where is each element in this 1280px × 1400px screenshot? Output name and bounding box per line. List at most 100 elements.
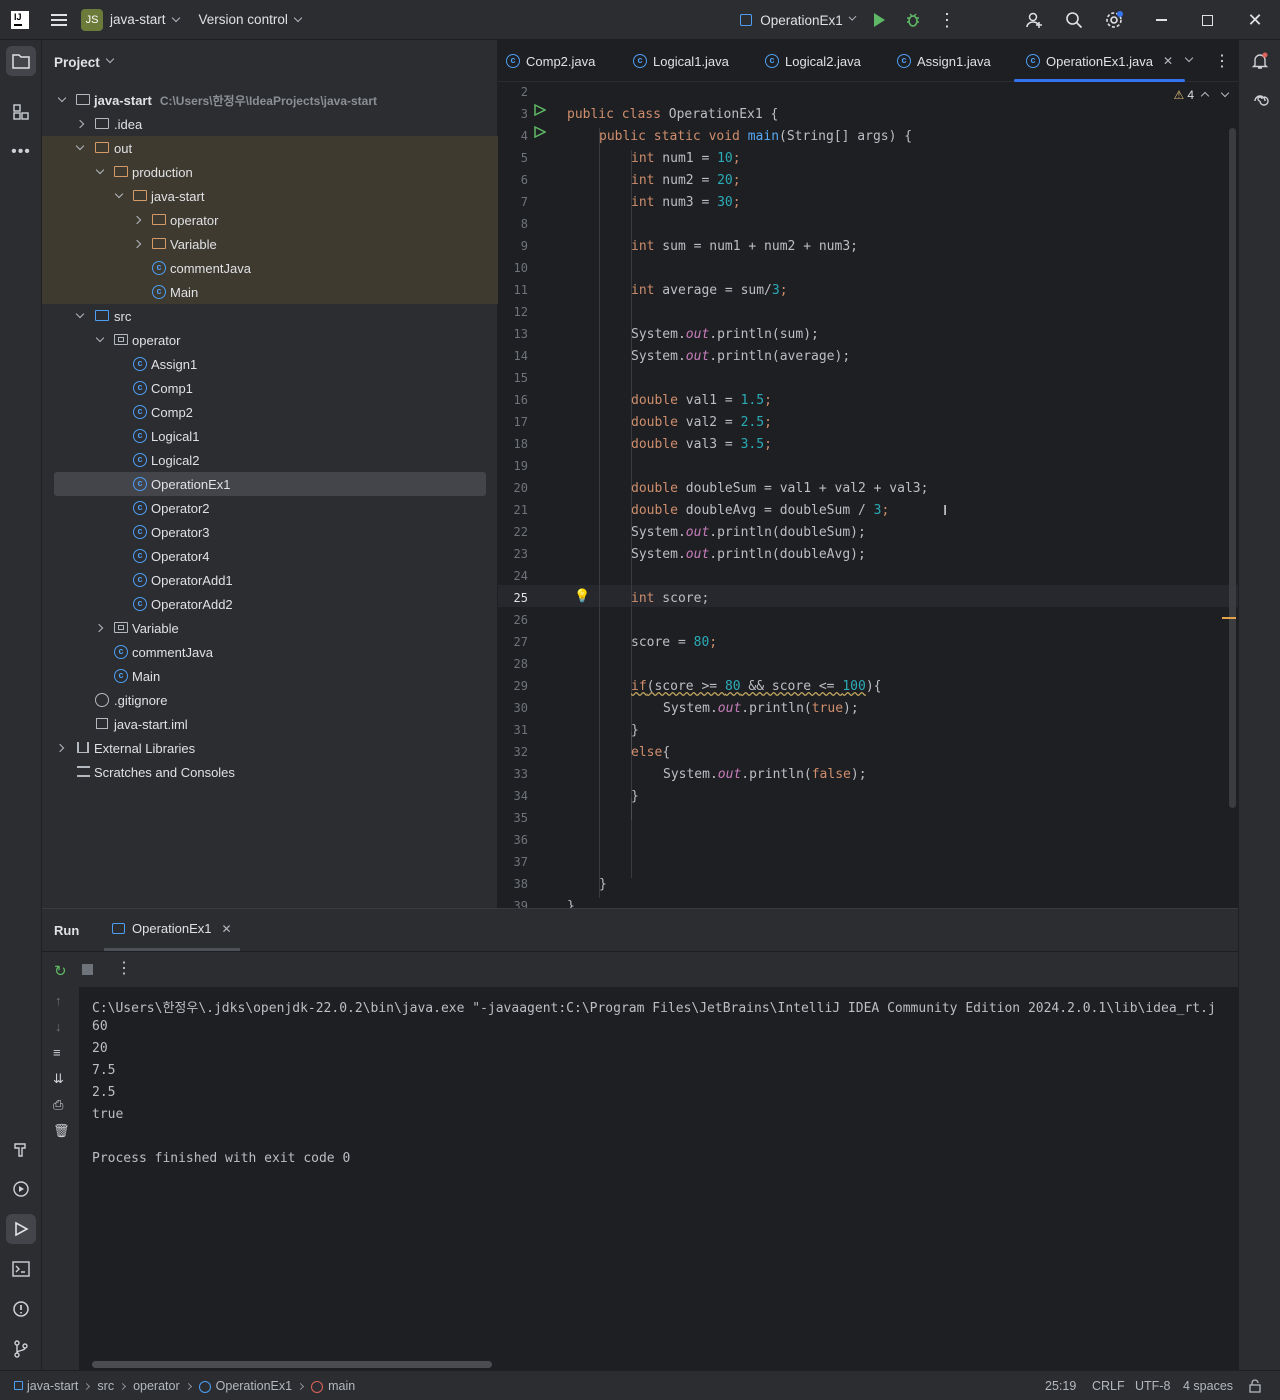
tree-item-assign1[interactable]: c Assign1 <box>42 352 498 376</box>
vcs-selector[interactable]: Version control <box>199 12 303 27</box>
project-selector[interactable]: java-start <box>110 12 180 27</box>
tree-item-operator2[interactable]: c Operator2 <box>42 496 498 520</box>
tab-logical2[interactable]: c Logical2.java <box>765 40 861 82</box>
line-separator[interactable]: CRLF <box>1092 1371 1125 1400</box>
scroll-up-icon[interactable]: ↑ <box>55 993 62 1008</box>
close-tab-icon[interactable]: ✕ <box>222 922 232 936</box>
tree-item-operator[interactable]: operator <box>42 328 498 352</box>
console-output[interactable]: C:\Users\한정우\.jdks\openjdk-22.0.2\bin\ja… <box>80 987 1238 1361</box>
module-file-icon <box>96 718 108 729</box>
breadcrumb-item[interactable]: java-start <box>27 1379 78 1393</box>
scroll-down-icon[interactable]: ↓ <box>55 1019 62 1034</box>
run-tab-operationex1[interactable]: OperationEx1 ✕ <box>104 909 240 951</box>
tree-item-variable[interactable]: Variable <box>42 616 498 640</box>
run-config-icon <box>112 923 125 934</box>
settings-button[interactable] <box>1102 0 1126 40</box>
tree-item-out[interactable]: out <box>42 136 498 160</box>
tab-comp2[interactable]: c Comp2.java <box>506 40 595 82</box>
project-badge[interactable]: JS <box>81 8 103 31</box>
tree-item-gitignore[interactable]: .gitignore <box>42 688 498 712</box>
tree-item-logical2[interactable]: c Logical2 <box>42 448 498 472</box>
build-tool-button[interactable] <box>6 1134 36 1164</box>
run-tool-button[interactable] <box>6 1214 36 1244</box>
breadcrumb-item[interactable]: operator <box>133 1379 180 1393</box>
tree-root[interactable]: java-start C:\Users\한정우\IdeaProjects\java… <box>42 88 498 112</box>
tree-item-java-start[interactable]: java-start <box>42 184 498 208</box>
tree-item-logical1[interactable]: c Logical1 <box>42 424 498 448</box>
run-button[interactable] <box>868 0 890 40</box>
tree-item-comp2[interactable]: c Comp2 <box>42 400 498 424</box>
tree-item-external-libraries[interactable]: External Libraries <box>42 736 498 760</box>
tree-item-operator3[interactable]: c Operator3 <box>42 520 498 544</box>
soft-wrap-icon[interactable]: ≡ <box>53 1045 61 1060</box>
project-tool-button[interactable] <box>6 46 36 76</box>
line-number: 2 <box>520 85 528 99</box>
tree-item-variable-out[interactable]: Variable <box>42 232 498 256</box>
selection-highlight <box>54 472 486 496</box>
close-window-button[interactable]: ✕ <box>1244 0 1266 40</box>
project-panel-header[interactable]: Project <box>42 40 497 84</box>
tree-item-label: External Libraries <box>94 740 196 756</box>
tabs-more-icon[interactable]: ⋮ <box>1214 40 1230 82</box>
tree-item-src[interactable]: src <box>42 304 498 328</box>
more-tools-icon[interactable]: ••• <box>6 137 36 167</box>
tree-item-operationex1[interactable]: c OperationEx1 <box>42 472 498 496</box>
notifications-button[interactable] <box>1245 46 1275 76</box>
run-class-gutter-icon[interactable] <box>534 104 546 116</box>
breadcrumb-item[interactable]: OperationEx1 <box>216 1379 292 1393</box>
file-encoding[interactable]: UTF-8 <box>1135 1371 1170 1400</box>
lock-icon[interactable] <box>1248 1371 1262 1400</box>
warning-marker[interactable] <box>1222 617 1236 619</box>
debug-button[interactable] <box>902 0 924 40</box>
terminal-icon <box>12 1261 30 1277</box>
tab-assign1[interactable]: c Assign1.java <box>897 40 991 82</box>
code-area[interactable]: public class OperationEx1 { public stati… <box>564 82 1234 908</box>
indent-setting[interactable]: 4 spaces <box>1183 1371 1233 1400</box>
tree-item-main[interactable]: c Main <box>42 664 498 688</box>
problems-tool-button[interactable] <box>6 1294 36 1324</box>
rerun-icon[interactable]: ↻ <box>54 962 67 980</box>
more-actions-icon[interactable]: ⋮ <box>116 958 132 978</box>
structure-tool-button[interactable] <box>6 97 36 127</box>
main-menu-icon[interactable] <box>51 13 67 26</box>
tree-item-operator4[interactable]: c Operator4 <box>42 544 498 568</box>
excluded-folder-icon <box>133 190 147 201</box>
ai-assistant-button[interactable] <box>1245 86 1275 116</box>
console-hscrollbar[interactable] <box>92 1361 492 1368</box>
tree-item-scratches[interactable]: Scratches and Consoles <box>42 760 498 784</box>
breadcrumb-item[interactable]: src <box>97 1379 114 1393</box>
more-actions-icon[interactable]: ⋮ <box>938 0 956 40</box>
tree-item-operator-out[interactable]: operator <box>42 208 498 232</box>
tabs-dropdown-button[interactable] <box>1184 40 1194 82</box>
search-button[interactable] <box>1063 0 1085 40</box>
maximize-button[interactable] <box>1196 0 1218 40</box>
print-icon[interactable]: ⎙ <box>53 1097 63 1113</box>
tree-item-comp1[interactable]: c Comp1 <box>42 376 498 400</box>
trash-icon[interactable]: 🗑 <box>53 1123 70 1139</box>
git-tool-button[interactable] <box>6 1334 36 1364</box>
add-user-button[interactable] <box>1024 0 1046 40</box>
run-config-selector[interactable]: OperationEx1 <box>740 0 857 40</box>
tok: doubleSum = val1 + val2 + val3; <box>677 481 929 496</box>
run-main-gutter-icon[interactable] <box>534 125 547 139</box>
tree-item-commentjava-out[interactable]: c commentJava <box>42 256 498 280</box>
caret-position[interactable]: 25:19 <box>1045 1371 1076 1400</box>
editor-scrollbar[interactable] <box>1229 128 1236 808</box>
tree-item-iml[interactable]: java-start.iml <box>42 712 498 736</box>
tree-item-commentjava[interactable]: c commentJava <box>42 640 498 664</box>
services-tool-button[interactable] <box>6 1174 36 1204</box>
breadcrumb-item[interactable]: main <box>328 1379 355 1393</box>
minimize-button[interactable] <box>1150 0 1172 40</box>
close-tab-icon[interactable]: ✕ <box>1163 54 1173 68</box>
tab-logical1[interactable]: c Logical1.java <box>633 40 729 82</box>
scroll-to-end-icon[interactable]: ⇊ <box>53 1071 64 1087</box>
tok: doubleAvg = doubleSum / <box>677 503 874 518</box>
tree-item-production[interactable]: production <box>42 160 498 184</box>
tree-item-operatoradd2[interactable]: c OperatorAdd2 <box>42 592 498 616</box>
tree-item-main-out[interactable]: c Main <box>42 280 498 304</box>
terminal-tool-button[interactable] <box>6 1254 36 1284</box>
tree-item-idea[interactable]: .idea <box>42 112 498 136</box>
stop-icon[interactable] <box>82 964 93 975</box>
tab-operationex1[interactable]: c OperationEx1.java ✕ <box>1014 40 1186 82</box>
tree-item-operatoradd1[interactable]: c OperatorAdd1 <box>42 568 498 592</box>
